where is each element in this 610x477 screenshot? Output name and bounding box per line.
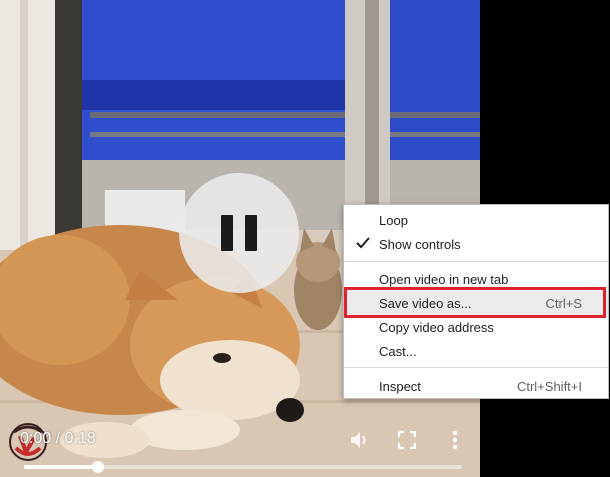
menu-item-label: Show controls <box>379 236 461 252</box>
menu-item-loop[interactable]: Loop <box>344 208 608 232</box>
more-options-icon <box>452 430 458 450</box>
fullscreen-icon <box>398 431 416 449</box>
menu-separator <box>344 261 608 262</box>
menu-item-label: Loop <box>379 212 408 228</box>
pause-icon <box>221 215 233 251</box>
menu-item-label: Cast... <box>379 343 417 359</box>
pause-icon-bar <box>245 215 257 251</box>
progress-fill <box>24 465 99 469</box>
menu-item-label: Open video in new tab <box>379 271 509 287</box>
more-options-button[interactable] <box>443 428 467 452</box>
menu-item-shortcut: Ctrl+Shift+I <box>516 378 582 394</box>
menu-item-show-controls[interactable]: Show controls <box>344 232 608 256</box>
pause-button[interactable] <box>179 173 299 293</box>
time-display: 0:00 / 0:18 <box>20 430 96 447</box>
volume-button[interactable] <box>347 428 371 452</box>
menu-item-inspect[interactable]: Inspect Ctrl+Shift+I <box>344 374 608 398</box>
menu-item-cast[interactable]: Cast... <box>344 339 608 363</box>
progress-bar[interactable] <box>24 461 462 473</box>
menu-separator <box>344 367 608 368</box>
menu-item-label: Inspect <box>379 378 421 394</box>
highlight-annotation-box <box>344 287 606 318</box>
checkmark-icon <box>356 237 370 249</box>
menu-item-label: Copy video address <box>379 319 494 335</box>
fullscreen-button[interactable] <box>395 428 419 452</box>
volume-icon <box>351 432 366 448</box>
menu-item-copy-video-address[interactable]: Copy video address <box>344 315 608 339</box>
